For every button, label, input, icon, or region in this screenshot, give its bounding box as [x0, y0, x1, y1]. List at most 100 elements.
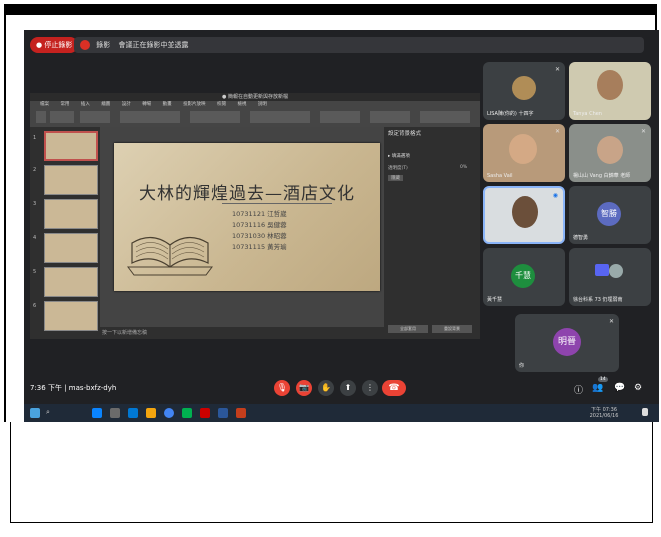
search-icon[interactable]: ⌕	[46, 408, 56, 418]
ppt-window-title: ● 簡報在自動更新與存放新檔	[30, 93, 480, 101]
recording-text: 會議正在錄影中並透露	[118, 41, 189, 49]
meeting-info-icon[interactable]: ⓘ	[574, 383, 583, 396]
menu-transitions[interactable]: 轉場	[142, 102, 151, 107]
chat-icon[interactable]: 💬	[614, 383, 625, 393]
mail-icon[interactable]	[128, 408, 138, 418]
windows-taskbar: ⌕ 下午 07:36 2021/06/16	[24, 404, 659, 422]
stop-recording-button[interactable]: ● 停止錄影	[30, 37, 79, 53]
blank-box	[10, 422, 653, 523]
files-icon[interactable]	[146, 408, 156, 418]
windows-start-icon[interactable]	[30, 408, 40, 418]
apply-all-button[interactable]: 全部套用	[388, 325, 428, 333]
more-options-button[interactable]: ⋮	[362, 380, 378, 396]
slide-name-2: 10731116 吳健蓉	[232, 221, 287, 229]
thumbnail-slide-3[interactable]	[44, 199, 98, 229]
shared-presentation: ● 簡報在自動更新與存放新檔 檔案 常用 插入 繪圖 設計 轉場 動畫 投影片放…	[30, 93, 480, 339]
open-book-icon	[127, 236, 213, 276]
mic-toggle-button[interactable]: 🎙	[274, 380, 290, 396]
mic-off-icon: ✕	[554, 66, 560, 73]
slide-canvas: 大林的輝煌過去—酒店文化 10731121 江哲崴 10731116 吳健蓉 1…	[100, 127, 384, 327]
thumbnail-slide-4[interactable]	[44, 233, 98, 263]
participant-tile-8[interactable]: 徐台科系 73 仍埋弱南	[569, 248, 651, 306]
system-clock[interactable]: 下午 07:36 2021/06/16	[584, 407, 624, 419]
avatar: 智勝	[597, 202, 621, 226]
thumbnail-slide-5[interactable]	[44, 267, 98, 297]
transparency-label: 透明度(T)	[388, 166, 408, 171]
participant-tile-5-active[interactable]: ◉	[483, 186, 565, 244]
thumbnail-slide-1[interactable]	[44, 131, 98, 161]
menu-draw[interactable]: 繪圖	[101, 102, 110, 107]
thumbnail-slide-6[interactable]	[44, 301, 98, 331]
menu-home[interactable]: 常用	[60, 102, 69, 107]
participant-name: 你	[519, 363, 525, 369]
avatar	[609, 264, 623, 278]
notification-icon[interactable]	[642, 408, 648, 416]
ribbon-slides-icon[interactable]	[80, 111, 110, 123]
participant-tile-2[interactable]: Tanya Chen	[569, 62, 651, 120]
recording-chip: 錄影 會議正在錄影中並透露	[74, 37, 644, 53]
recording-badge: 錄影	[96, 41, 111, 49]
word-icon[interactable]	[218, 408, 228, 418]
slide-name-1: 10731121 江哲崴	[232, 210, 287, 218]
fill-options[interactable]: ▸ 填滿選項	[388, 153, 410, 159]
current-slide[interactable]: 大林的輝煌過去—酒店文化 10731121 江哲崴 10731116 吳健蓉 1…	[114, 143, 380, 291]
ribbon-voice-icon[interactable]	[420, 111, 470, 123]
menu-slideshow[interactable]: 投影片放映	[183, 102, 206, 107]
participant-face	[597, 70, 623, 100]
people-icon[interactable]: 14 👥	[592, 377, 608, 393]
explorer-icon[interactable]	[110, 408, 120, 418]
participant-tile-7[interactable]: 千慧 黃千慧	[483, 248, 565, 306]
participant-tile-6[interactable]: 智勝 德智勇	[569, 186, 651, 244]
thumbnail-slide-2[interactable]	[44, 165, 98, 195]
menu-design[interactable]: 設計	[122, 102, 131, 107]
participant-tile-1[interactable]: ✕ LISA陳(你的) 十四字	[483, 62, 565, 120]
edge-icon[interactable]	[92, 408, 102, 418]
participant-name: 黃千慧	[487, 297, 503, 303]
slide-name-3: 10731030 林昭蓉	[232, 232, 287, 240]
participant-name: 楊山山 Vang 白錦華 老師	[573, 173, 631, 179]
camera-toggle-button[interactable]: 📷	[296, 380, 312, 396]
recording-bar: ● 停止錄影 錄影 會議正在錄影中並透露	[30, 37, 652, 53]
chrome-icon[interactable]	[164, 408, 174, 418]
ribbon-drawing-icon[interactable]	[250, 111, 310, 123]
ribbon-editing-icon[interactable]	[320, 111, 360, 123]
ribbon-clipboard-icon[interactable]	[50, 111, 74, 123]
participant-face	[597, 136, 623, 164]
office-icon[interactable]	[200, 408, 210, 418]
menu-review[interactable]: 校閱	[217, 102, 226, 107]
present-button[interactable]: ⬆	[340, 380, 356, 396]
ribbon-paste-icon[interactable]	[36, 111, 46, 123]
participant-name: 徐台科系 73 仍埋弱南	[573, 297, 623, 303]
line-icon[interactable]	[182, 408, 192, 418]
mic-off-icon: ✕	[554, 128, 560, 135]
avatar: 明晉	[553, 328, 581, 356]
transparency-value[interactable]: 0%	[460, 165, 467, 170]
menu-view[interactable]: 檢視	[237, 102, 246, 107]
participant-tile-3[interactable]: ✕ Sasha Vail	[483, 124, 565, 182]
ribbon-paragraph-icon[interactable]	[190, 111, 240, 123]
participant-face	[512, 196, 538, 228]
notes-pane[interactable]: 按一下以新增備忘稿	[100, 327, 386, 339]
ribbon-font-icon[interactable]	[120, 111, 180, 123]
avatar: 千慧	[511, 264, 535, 288]
mic-off-icon: ✕	[608, 318, 614, 325]
participant-tile-4[interactable]: ✕ 楊山山 Vang 白錦華 老師	[569, 124, 651, 182]
menu-file[interactable]: 檔案	[40, 102, 49, 107]
participant-tile-self[interactable]: 明晉 ✕ 你	[515, 314, 619, 372]
hide-button[interactable]: 隱藏	[388, 175, 403, 181]
menu-help[interactable]: 說明	[258, 102, 267, 107]
raise-hand-button[interactable]: ✋	[318, 380, 334, 396]
slide-name-4: 10731115 黃芳瑜	[232, 243, 287, 251]
recording-dot-icon	[80, 40, 90, 50]
ribbon-designer-icon[interactable]	[370, 111, 410, 123]
reset-background-button[interactable]: 重設背景	[432, 325, 472, 333]
slide-names: 10731121 江哲崴 10731116 吳健蓉 10731030 林昭蓉 1…	[232, 209, 287, 253]
activities-icon[interactable]: ⚙	[634, 383, 642, 393]
menu-animations[interactable]: 動畫	[163, 102, 172, 107]
format-pane-title: 設定背景格式	[388, 131, 422, 137]
powerpoint-icon[interactable]	[236, 408, 246, 418]
leave-call-button[interactable]: ☎	[382, 380, 406, 396]
participant-name: LISA陳(你的) 十四字	[487, 111, 534, 117]
people-count-badge: 14	[598, 377, 608, 382]
menu-insert[interactable]: 插入	[81, 102, 90, 107]
